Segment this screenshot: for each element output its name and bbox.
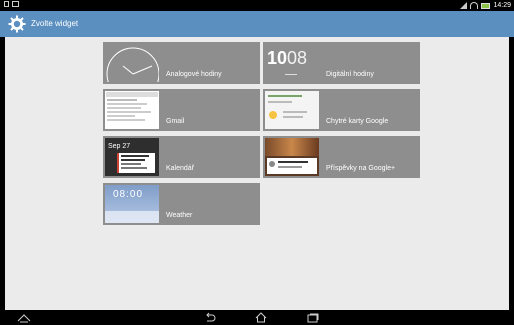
notification-icon [12,1,19,7]
widget-label: Chytré karty Google [326,118,389,125]
date-line [285,74,297,75]
widget-google-plus[interactable]: Příspěvky na Google+ [263,136,420,178]
asus-up-icon[interactable] [17,312,31,323]
widget-label: Digitální hodiny [326,71,374,78]
widget-label: Gmail [166,118,185,125]
widget-calendar[interactable]: Sep 27 Kalendář [103,136,260,178]
back-icon[interactable] [203,312,217,323]
weather-preview: 08:00 [105,185,159,223]
widget-weather[interactable]: 08:00 Weather [103,183,260,225]
minutes-text: 08 [287,48,308,68]
widget-analog-clock[interactable]: Analogové hodiny [103,42,260,84]
google-now-preview [265,91,319,129]
gear-icon [8,15,26,33]
widget-label: Analogové hodiny [166,71,222,78]
widget-gmail[interactable]: Gmail [103,89,260,131]
gmail-preview [105,91,159,129]
title-bar: Zvolte widget [0,11,514,37]
sun-icon [269,111,277,119]
status-bar: 14:29 [0,0,514,11]
widget-label: Příspěvky na Google+ [326,165,396,172]
widget-google-now[interactable]: Chytré karty Google [263,89,420,131]
clock: 14:29 [493,2,511,9]
battery-icon [481,2,491,9]
widget-label: Kalendář [166,165,195,172]
analog-clock-preview [106,47,159,82]
calendar-date: Sep 27 [108,143,131,150]
weather-time: 08:00 [113,189,144,200]
widget-label: Weather [166,212,193,219]
home-icon[interactable] [254,312,268,323]
screenshot-icon [4,1,9,7]
hours-text: 10 [267,48,288,68]
calendar-preview: Sep 27 [105,138,159,176]
wifi-icon [470,2,479,9]
navigation-bar [0,310,514,325]
widget-digital-clock[interactable]: 1008 Digitální hodiny [263,42,420,84]
digital-clock-preview: 1008 [265,44,319,82]
widget-list: Analogové hodiny 1008 Digitální hodiny G… [5,37,509,310]
page-title: Zvolte widget [31,19,79,28]
google-plus-preview [265,138,319,176]
recents-icon[interactable] [306,312,320,323]
signal-icon [460,2,468,9]
